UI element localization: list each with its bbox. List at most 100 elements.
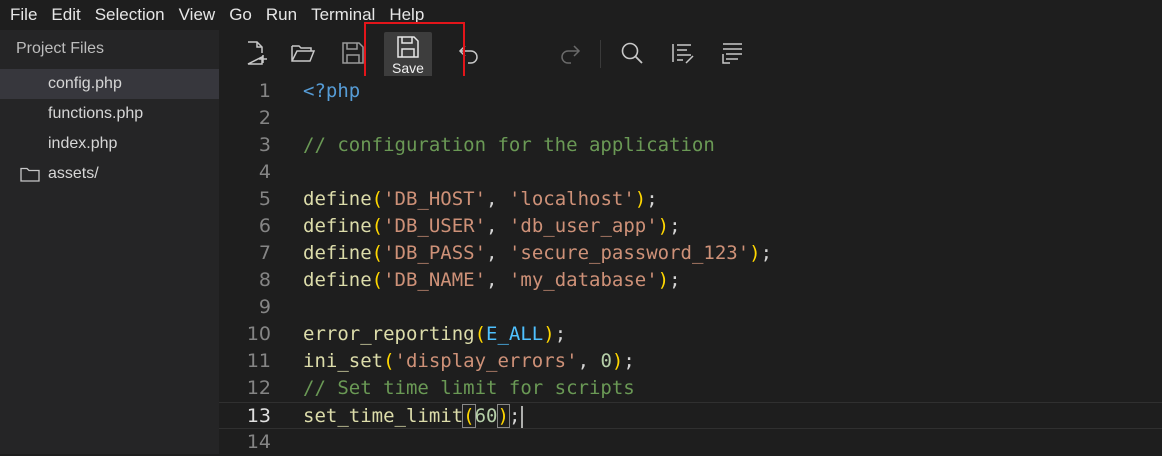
code-token: ;: [646, 188, 658, 210]
line-number: 8: [258, 269, 271, 291]
code-line[interactable]: 10 error_reporting(E_ALL);: [219, 321, 1162, 348]
code-token: 'DB_NAME': [383, 269, 487, 291]
wrap-icon: [722, 43, 742, 64]
code-text: // configuration for the application: [303, 132, 715, 159]
code-line[interactable]: 13 set_time_limit(60);: [219, 402, 1162, 429]
code-line[interactable]: 11 ini_set('display_errors', 0);: [219, 348, 1162, 375]
code-token: (: [371, 242, 384, 264]
line-number: 12: [246, 377, 271, 399]
code-token: E_ALL: [486, 323, 544, 345]
format-button[interactable]: [669, 39, 697, 67]
code-line[interactable]: 5 define('DB_HOST', 'localhost');: [219, 186, 1162, 213]
code-token: set_time_limit: [303, 405, 464, 427]
code-token: 'DB_PASS': [383, 242, 487, 264]
code-token: define: [303, 269, 372, 291]
code-line[interactable]: 7 define('DB_PASS', 'secure_password_123'…: [219, 240, 1162, 267]
code-text: set_time_limit(60);: [303, 403, 524, 430]
save-all-button[interactable]: [339, 39, 367, 67]
code-token: 'secure_password_123': [508, 242, 750, 264]
code-line[interactable]: 14: [219, 429, 1162, 456]
format-icon: [672, 44, 694, 64]
redo-button[interactable]: [556, 39, 584, 67]
line-number: 14: [246, 431, 271, 453]
wrap-button[interactable]: [719, 39, 747, 67]
code-token: (: [371, 269, 384, 291]
code-token: (: [462, 404, 476, 428]
line-number: 2: [258, 107, 271, 129]
code-token: ;: [669, 215, 681, 237]
code-token: <?php: [303, 80, 361, 102]
code-editor[interactable]: 1 <?php 2 3 // configuration for the applica…: [219, 76, 1162, 454]
code-token: ini_set: [303, 350, 384, 372]
new-file-icon: [247, 41, 267, 65]
menu-file[interactable]: File: [0, 0, 37, 30]
code-line[interactable]: 2: [219, 105, 1162, 132]
line-number: 9: [258, 296, 271, 318]
code-token: ): [611, 350, 624, 372]
code-token: define: [303, 242, 372, 264]
code-token: ): [657, 269, 670, 291]
text-cursor: [521, 405, 524, 428]
code-line[interactable]: 4: [219, 159, 1162, 186]
open-folder-icon: [291, 45, 316, 62]
file-explorer-sidebar: Project Files config.php functions.php i…: [0, 30, 219, 454]
code-token: ;: [508, 405, 521, 427]
code-line[interactable]: 3 // configuration for the application: [219, 132, 1162, 159]
sidebar-title: Project Files: [16, 40, 105, 57]
code-token: ,: [486, 242, 509, 264]
code-token: 'localhost': [508, 188, 635, 210]
code-token: (: [371, 215, 384, 237]
code-token: ): [496, 404, 510, 428]
code-line[interactable]: 8 define('DB_NAME', 'my_database');: [219, 267, 1162, 294]
file-item-config[interactable]: config.php: [0, 69, 219, 99]
code-token: (: [371, 188, 384, 210]
search-icon: [621, 42, 643, 64]
code-token: ): [634, 188, 647, 210]
code-token: 'DB_HOST': [383, 188, 487, 210]
code-token: (: [383, 350, 395, 372]
code-text: ini_set('display_errors', 0);: [303, 348, 635, 375]
line-number: 11: [246, 350, 271, 372]
code-token: ;: [554, 323, 567, 345]
folder-label: assets/: [48, 165, 99, 182]
code-line[interactable]: 1 <?php: [219, 78, 1162, 105]
code-line[interactable]: 12 // Set time limit for scripts: [219, 375, 1162, 402]
new-file-button[interactable]: [242, 39, 270, 67]
code-token: ,: [577, 350, 601, 372]
code-text: define('DB_USER', 'db_user_app');: [303, 213, 681, 240]
code-text: define('DB_HOST', 'localhost');: [303, 186, 658, 213]
menu-selection[interactable]: Selection: [85, 0, 165, 30]
code-text: // Set time limit for scripts: [303, 375, 635, 402]
folder-icon: [20, 167, 40, 182]
save-icon: [342, 42, 364, 64]
code-token: define: [303, 215, 372, 237]
code-token: // configuration for the application: [303, 134, 715, 156]
menu-edit[interactable]: Edit: [41, 0, 80, 30]
code-token: ;: [760, 242, 773, 264]
toolbar-separator: [600, 40, 601, 68]
file-item-index[interactable]: index.php: [0, 129, 219, 159]
file-label: config.php: [48, 75, 122, 92]
code-token: 'display_errors': [394, 350, 578, 372]
code-token: 'DB_USER': [383, 215, 487, 237]
line-number: 1: [258, 80, 271, 102]
code-text: error_reporting(E_ALL);: [303, 321, 566, 348]
folder-item-assets[interactable]: assets/: [0, 159, 219, 189]
menu-run[interactable]: Run: [256, 0, 297, 30]
code-token: ;: [669, 269, 681, 291]
code-line[interactable]: 6 define('DB_USER', 'db_user_app');: [219, 213, 1162, 240]
code-token: 60: [474, 405, 498, 427]
search-button[interactable]: [618, 39, 646, 67]
code-text: define('DB_PASS', 'secure_password_123')…: [303, 240, 772, 267]
open-folder-button[interactable]: [289, 39, 317, 67]
line-number: 5: [258, 188, 271, 210]
menu-view[interactable]: View: [169, 0, 216, 30]
code-token: define: [303, 188, 372, 210]
code-token: ): [749, 242, 761, 264]
code-line[interactable]: 9: [219, 294, 1162, 321]
code-text: <?php: [303, 78, 360, 105]
file-item-functions[interactable]: functions.php: [0, 99, 219, 129]
line-number: 3: [258, 134, 271, 156]
code-token: ,: [486, 188, 509, 210]
menu-go[interactable]: Go: [219, 0, 252, 30]
